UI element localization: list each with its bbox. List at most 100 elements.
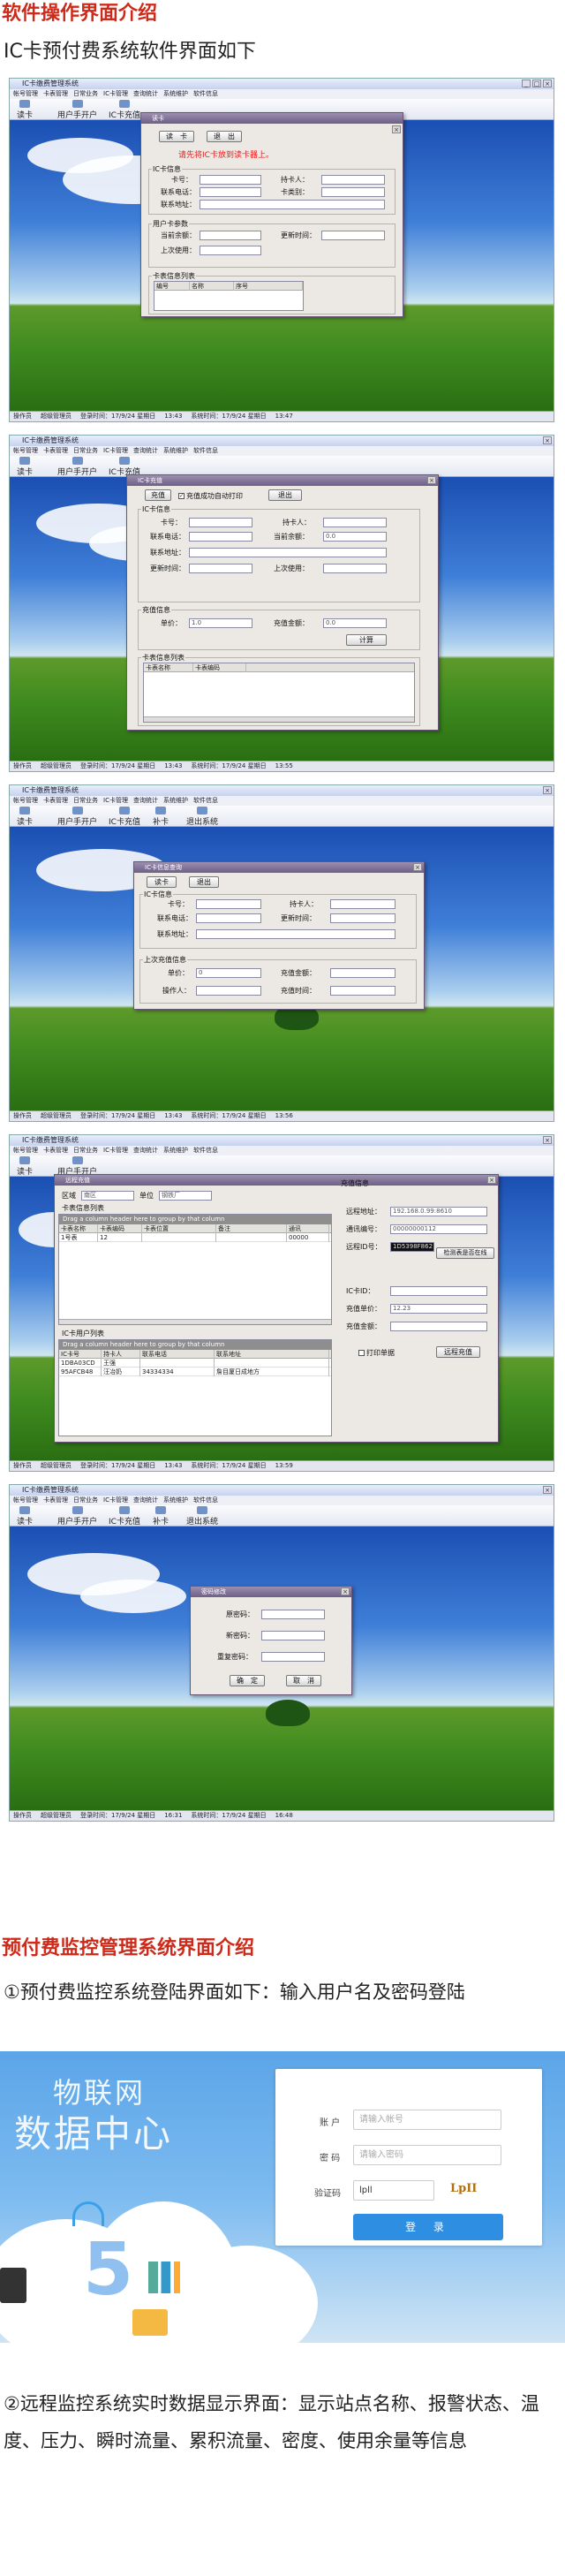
captcha-input[interactable]: lpll	[353, 2180, 434, 2201]
close-icon[interactable]: ×	[543, 1136, 552, 1144]
charge-button[interactable]: 充值	[145, 489, 171, 501]
menu-account[interactable]: 帐号管理	[13, 90, 38, 97]
auto-print-checkbox[interactable]: ✓ 充值成功自动打印	[178, 491, 243, 501]
menu-info[interactable]: 软件信息	[193, 1496, 218, 1504]
menu-meter[interactable]: 卡表管理	[43, 1496, 68, 1504]
menu-system[interactable]: 系统维护	[163, 447, 188, 454]
table-row[interactable]: 1号表 12 00000	[59, 1233, 331, 1242]
menu-account[interactable]: 帐号管理	[13, 797, 38, 804]
menu-query[interactable]: 查询统计	[133, 90, 158, 97]
holder-field[interactable]	[330, 899, 396, 909]
charge-time-field[interactable]	[330, 986, 396, 996]
meter-table[interactable]: 卡表名称 卡表编码	[143, 663, 415, 723]
menu-meter[interactable]: 卡表管理	[43, 797, 68, 804]
charge-amount-field[interactable]	[390, 1322, 487, 1331]
charge-price-field[interactable]: 12.23	[390, 1304, 487, 1314]
update-time-field[interactable]	[321, 231, 385, 240]
remote-charge-button[interactable]: 远程充值	[436, 1346, 480, 1358]
menu-meter[interactable]: 卡表管理	[43, 90, 68, 97]
menu-daily[interactable]: 日常业务	[73, 1147, 98, 1154]
tool-exit[interactable]: 退出系统	[186, 807, 218, 827]
close-icon[interactable]: ×	[392, 125, 401, 133]
unit-price-field[interactable]: 1.0	[189, 618, 252, 628]
new-password-field[interactable]	[261, 1631, 325, 1640]
close-icon[interactable]: ×	[413, 863, 422, 871]
operator-field[interactable]	[196, 986, 261, 996]
tool-open-account[interactable]: 用户手开户	[57, 100, 97, 120]
menu-account[interactable]: 帐号管理	[13, 447, 38, 454]
tool-exit[interactable]: 退出系统	[186, 1506, 218, 1527]
tool-read-card[interactable]: 读卡	[17, 1156, 33, 1177]
card-no-field[interactable]	[189, 518, 252, 527]
update-time-field[interactable]	[189, 564, 252, 573]
tool-open-account[interactable]: 用户手开户	[57, 457, 97, 477]
tool-read-card[interactable]: 读卡	[17, 807, 33, 827]
tool-replace-card[interactable]: 补卡	[153, 807, 169, 827]
card-id-field[interactable]	[390, 1286, 487, 1296]
close-icon[interactable]: ×	[487, 1176, 496, 1184]
ok-button[interactable]: 确 定	[230, 1675, 265, 1686]
menu-daily[interactable]: 日常业务	[73, 90, 98, 97]
menu-query[interactable]: 查询统计	[133, 1147, 158, 1154]
login-button[interactable]: 登 录	[353, 2214, 503, 2240]
read-card-button[interactable]: 读 卡	[159, 131, 194, 142]
menu-system[interactable]: 系统维护	[163, 1496, 188, 1504]
unit-select[interactable]: 钢铁厂	[159, 1191, 212, 1201]
menu-query[interactable]: 查询统计	[133, 447, 158, 454]
charge-amount-field[interactable]	[330, 968, 396, 978]
exit-button[interactable]: 退出	[268, 489, 302, 501]
maximize-icon[interactable]: □	[532, 80, 541, 87]
table-row[interactable]: 95AFCB48 汪冶奶 34334334 詹目厦日成地方	[59, 1368, 331, 1376]
menu-ic[interactable]: IC卡管理	[103, 1496, 128, 1504]
menu-account[interactable]: 帐号管理	[13, 1147, 38, 1154]
unit-price-field[interactable]: 0	[196, 968, 261, 978]
balance-field[interactable]: 0.0	[323, 532, 387, 542]
menu-daily[interactable]: 日常业务	[73, 797, 98, 804]
last-use-field[interactable]	[323, 564, 387, 573]
card-type-field[interactable]	[321, 187, 385, 197]
remote-addr-field[interactable]: 192.168.0.99:8610	[390, 1207, 487, 1216]
menu-ic[interactable]: IC卡管理	[103, 447, 128, 454]
balance-field[interactable]	[200, 231, 261, 240]
address-field[interactable]	[196, 929, 396, 939]
charge-amount-field[interactable]: 0.0	[323, 618, 387, 628]
repeat-password-field[interactable]	[261, 1652, 325, 1662]
holder-field[interactable]	[321, 175, 385, 185]
close-icon[interactable]: ×	[543, 786, 552, 794]
phone-field[interactable]	[196, 913, 261, 923]
tool-read-card[interactable]: 读卡	[17, 100, 33, 120]
last-use-field[interactable]	[200, 246, 261, 255]
meter-table[interactable]: 编号 名称 序号	[154, 281, 304, 311]
menu-daily[interactable]: 日常业务	[73, 447, 98, 454]
tool-read-card[interactable]: 读卡	[17, 457, 33, 477]
card-no-field[interactable]	[200, 175, 261, 185]
menu-system[interactable]: 系统维护	[163, 90, 188, 97]
read-card-button[interactable]: 读卡	[147, 876, 177, 888]
password-input[interactable]: 请输入密码	[353, 2145, 501, 2165]
phone-field[interactable]	[189, 532, 252, 542]
menu-query[interactable]: 查询统计	[133, 797, 158, 804]
close-icon[interactable]: ×	[543, 436, 552, 444]
tool-read-card[interactable]: 读卡	[17, 1506, 33, 1527]
menu-info[interactable]: 软件信息	[193, 797, 218, 804]
print-receipt-checkbox[interactable]: 打印单据	[358, 1348, 395, 1358]
table-row[interactable]: 1DBA03CD 王强	[59, 1359, 331, 1368]
cancel-button[interactable]: 取 消	[286, 1675, 321, 1686]
menu-ic[interactable]: IC卡管理	[103, 1147, 128, 1154]
comm-no-field[interactable]: 00000000112	[390, 1224, 487, 1234]
menu-account[interactable]: 帐号管理	[13, 1496, 38, 1504]
meter-table[interactable]: Drag a column header here to group by th…	[58, 1214, 332, 1325]
menu-daily[interactable]: 日常业务	[73, 1496, 98, 1504]
exit-button[interactable]: 退出	[189, 876, 219, 888]
close-icon[interactable]: ×	[341, 1587, 350, 1595]
phone-field[interactable]	[200, 187, 261, 197]
horizontal-scrollbar[interactable]	[59, 1319, 331, 1324]
address-field[interactable]	[200, 200, 385, 209]
address-field[interactable]	[189, 548, 387, 557]
menu-meter[interactable]: 卡表管理	[43, 1147, 68, 1154]
close-icon[interactable]: ×	[427, 476, 436, 484]
old-password-field[interactable]	[261, 1610, 325, 1619]
holder-field[interactable]	[323, 518, 387, 527]
tool-ic-charge[interactable]: IC卡充值	[109, 807, 140, 827]
menu-info[interactable]: 软件信息	[193, 1147, 218, 1154]
